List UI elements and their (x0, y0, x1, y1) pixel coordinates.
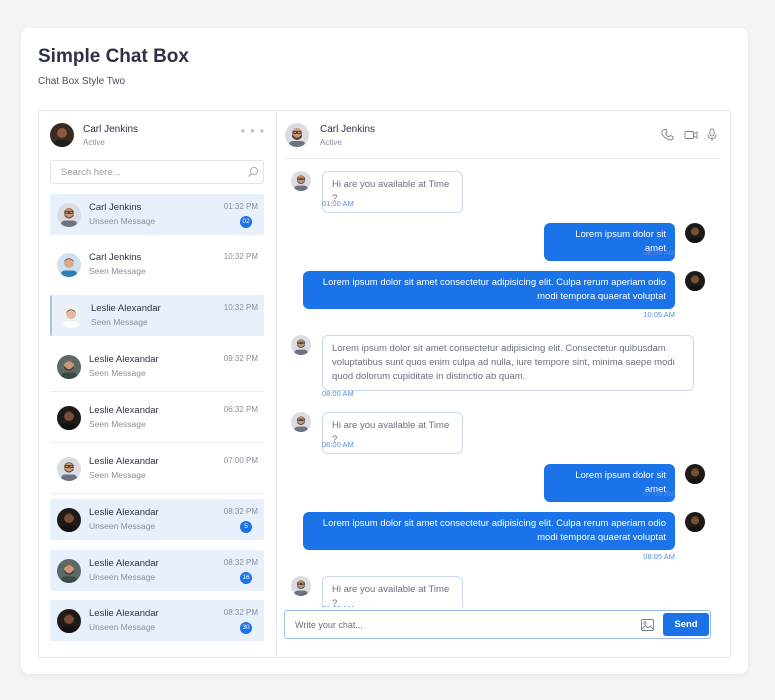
chat-header: Carl Jenkins Active (285, 123, 720, 159)
contact-divider (50, 442, 264, 443)
contact-name: Carl Jenkins (89, 252, 142, 263)
contact-item[interactable]: Leslie Alexandar Seen Message 09:32 PM (50, 346, 264, 387)
current-user-name: Carl Jenkins (83, 124, 139, 135)
unread-count-badge: 16 (240, 572, 252, 584)
contact-item[interactable]: Leslie Alexandar Unseen Message 08:32 PM 16 (50, 550, 264, 591)
video-camera-icon[interactable] (684, 128, 698, 142)
chat-partner-name: Carl Jenkins (320, 124, 376, 135)
contact-name: Leslie Alexandar (89, 608, 159, 619)
unread-count-badge: 02 (240, 216, 252, 228)
contact-avatar (57, 355, 81, 379)
self-avatar (685, 223, 705, 243)
message-time: 08:05 AM (643, 552, 675, 561)
sender-avatar (291, 576, 311, 596)
image-icon[interactable] (641, 619, 654, 631)
contact-name: Leslie Alexandar (89, 456, 159, 467)
contact-item[interactable]: Leslie Alexandar Seen Message 10:32 PM (50, 295, 264, 336)
self-avatar (685, 512, 705, 532)
contact-message-status: Seen Message (89, 266, 146, 276)
sender-avatar (291, 335, 311, 355)
contact-time: 01:32 PM (223, 202, 258, 211)
contacts-panel: Carl Jenkins Active • • • Carl Jenkins Un… (39, 111, 277, 657)
self-avatar (685, 271, 705, 291)
contact-time: 08:32 PM (223, 608, 258, 617)
unread-count-badge: 5 (240, 521, 252, 533)
contact-message-status: Unseen Message (89, 622, 156, 632)
message-time: 08:05 AM (643, 248, 675, 257)
contact-time: 10:32 PM (223, 252, 258, 261)
contact-name: Carl Jenkins (89, 202, 142, 213)
chat-box: Carl Jenkins Active • • • Carl Jenkins Un… (38, 110, 731, 658)
contact-message-status: Unseen Message (89, 216, 156, 226)
page-subtitle: Chat Box Style Two (38, 76, 126, 87)
message-time: 06:00 AM (322, 440, 354, 449)
chat-partner-status: Active (320, 138, 342, 147)
more-dots-icon[interactable]: • • • (241, 124, 265, 138)
sender-avatar (291, 171, 311, 191)
message-time: 10:05 AM (643, 310, 675, 319)
contact-divider (50, 391, 264, 392)
contact-message-status: Seen Message (89, 470, 146, 480)
contact-message-status: Seen Message (89, 419, 146, 429)
contact-item[interactable]: Leslie Alexandar Unseen Message 08:32 PM 5 (50, 499, 264, 540)
message-input[interactable] (285, 611, 625, 638)
message-time: 07:05 AM (643, 489, 675, 498)
contact-avatar (57, 406, 81, 430)
message-time: 01:00 AM (322, 604, 354, 607)
contact-avatar (59, 304, 83, 328)
contact-item[interactable]: Carl Jenkins Seen Message 10:32 PM (50, 244, 264, 285)
incoming-message: Hi are you available at Time ? (322, 576, 463, 607)
current-user-avatar[interactable] (50, 123, 74, 147)
contact-avatar (57, 203, 81, 227)
incoming-message: Lorem ipsum dolor sit amet consectetur a… (322, 335, 694, 391)
contact-time: 06:32 PM (223, 405, 258, 414)
contact-time: 10:32 PM (223, 303, 258, 312)
phone-icon[interactable] (661, 128, 675, 142)
contact-name: Leslie Alexandar (89, 507, 159, 518)
contact-message-status: Unseen Message (89, 521, 156, 531)
contact-name: Leslie Alexandar (89, 354, 159, 365)
contact-item[interactable]: Leslie Alexandar Seen Message 06:32 PM (50, 397, 264, 438)
search-icon[interactable] (247, 166, 259, 178)
contact-name: Leslie Alexandar (89, 558, 159, 569)
contact-avatar (57, 609, 81, 633)
contact-name: Leslie Alexandar (91, 303, 161, 314)
contact-time: 07:00 PM (223, 456, 258, 465)
contact-time: 09:32 PM (223, 354, 258, 363)
message-time: 01:00 AM (322, 199, 354, 208)
contact-item[interactable]: Leslie Alexandar Unseen Message 08:32 PM 30 (50, 600, 264, 641)
message-composer: Send (284, 610, 711, 639)
chat-partner-avatar[interactable] (285, 123, 309, 147)
outgoing-message: Lorem ipsum dolor sit amet consectetur a… (303, 271, 675, 309)
current-user: Carl Jenkins Active • • • (50, 123, 265, 153)
contact-avatar (57, 508, 81, 532)
chat-card: Simple Chat Box Chat Box Style Two Carl … (21, 28, 748, 674)
contact-time: 08:32 PM (223, 558, 258, 567)
contact-name: Leslie Alexandar (89, 405, 159, 416)
contact-time: 08:32 PM (223, 507, 258, 516)
send-button[interactable]: Send (663, 613, 709, 636)
outgoing-message: Lorem ipsum dolor sit amet consectetur a… (303, 512, 675, 550)
message-thread[interactable]: Hi are you available at Time ? 01:00 AM Lo… (285, 163, 725, 607)
sender-avatar (291, 412, 311, 432)
current-user-status: Active (83, 138, 105, 147)
contact-avatar (57, 457, 81, 481)
search-input[interactable] (51, 161, 241, 183)
microphone-icon[interactable] (705, 128, 719, 142)
contact-message-status: Seen Message (91, 317, 148, 327)
message-time: 08:00 AM (322, 389, 354, 398)
contact-item[interactable]: Leslie Alexandar Seen Message 07:00 PM (50, 448, 264, 489)
contact-message-status: Seen Message (89, 368, 146, 378)
unread-count-badge: 30 (240, 622, 252, 634)
search-box (50, 160, 264, 184)
page-title: Simple Chat Box (38, 46, 189, 67)
self-avatar (685, 464, 705, 484)
contact-avatar (57, 253, 81, 277)
contact-message-status: Unseen Message (89, 572, 156, 582)
contact-divider (50, 493, 264, 494)
contact-avatar (57, 559, 81, 583)
contact-item[interactable]: Carl Jenkins Unseen Message 01:32 PM 02 (50, 194, 264, 235)
